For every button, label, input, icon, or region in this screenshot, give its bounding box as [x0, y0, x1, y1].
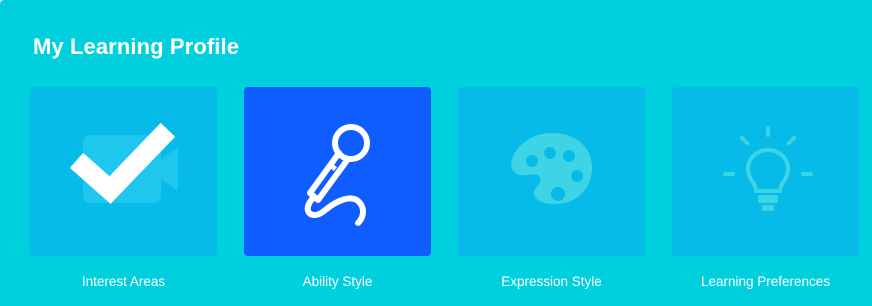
- expression-style-card[interactable]: [458, 87, 645, 256]
- interest-areas-card[interactable]: [30, 87, 217, 256]
- page-title: My Learning Profile: [33, 34, 240, 59]
- ability-style-label: Ability Style: [302, 274, 373, 289]
- learning-profile-panel: My Learning Profile Interest Areas Abili…: [0, 0, 872, 306]
- checkmark-icon: [69, 122, 178, 204]
- microphone-icon: [304, 124, 370, 226]
- expression-style-label: Expression Style: [501, 274, 602, 289]
- interest-areas-label: Interest Areas: [81, 274, 166, 289]
- palette-icon: [511, 133, 592, 204]
- learning-preferences-card[interactable]: [672, 87, 859, 256]
- learning-preferences-label: Learning Preferences: [700, 274, 831, 289]
- lightbulb-icon: [723, 126, 813, 211]
- ability-style-card[interactable]: [244, 87, 431, 256]
